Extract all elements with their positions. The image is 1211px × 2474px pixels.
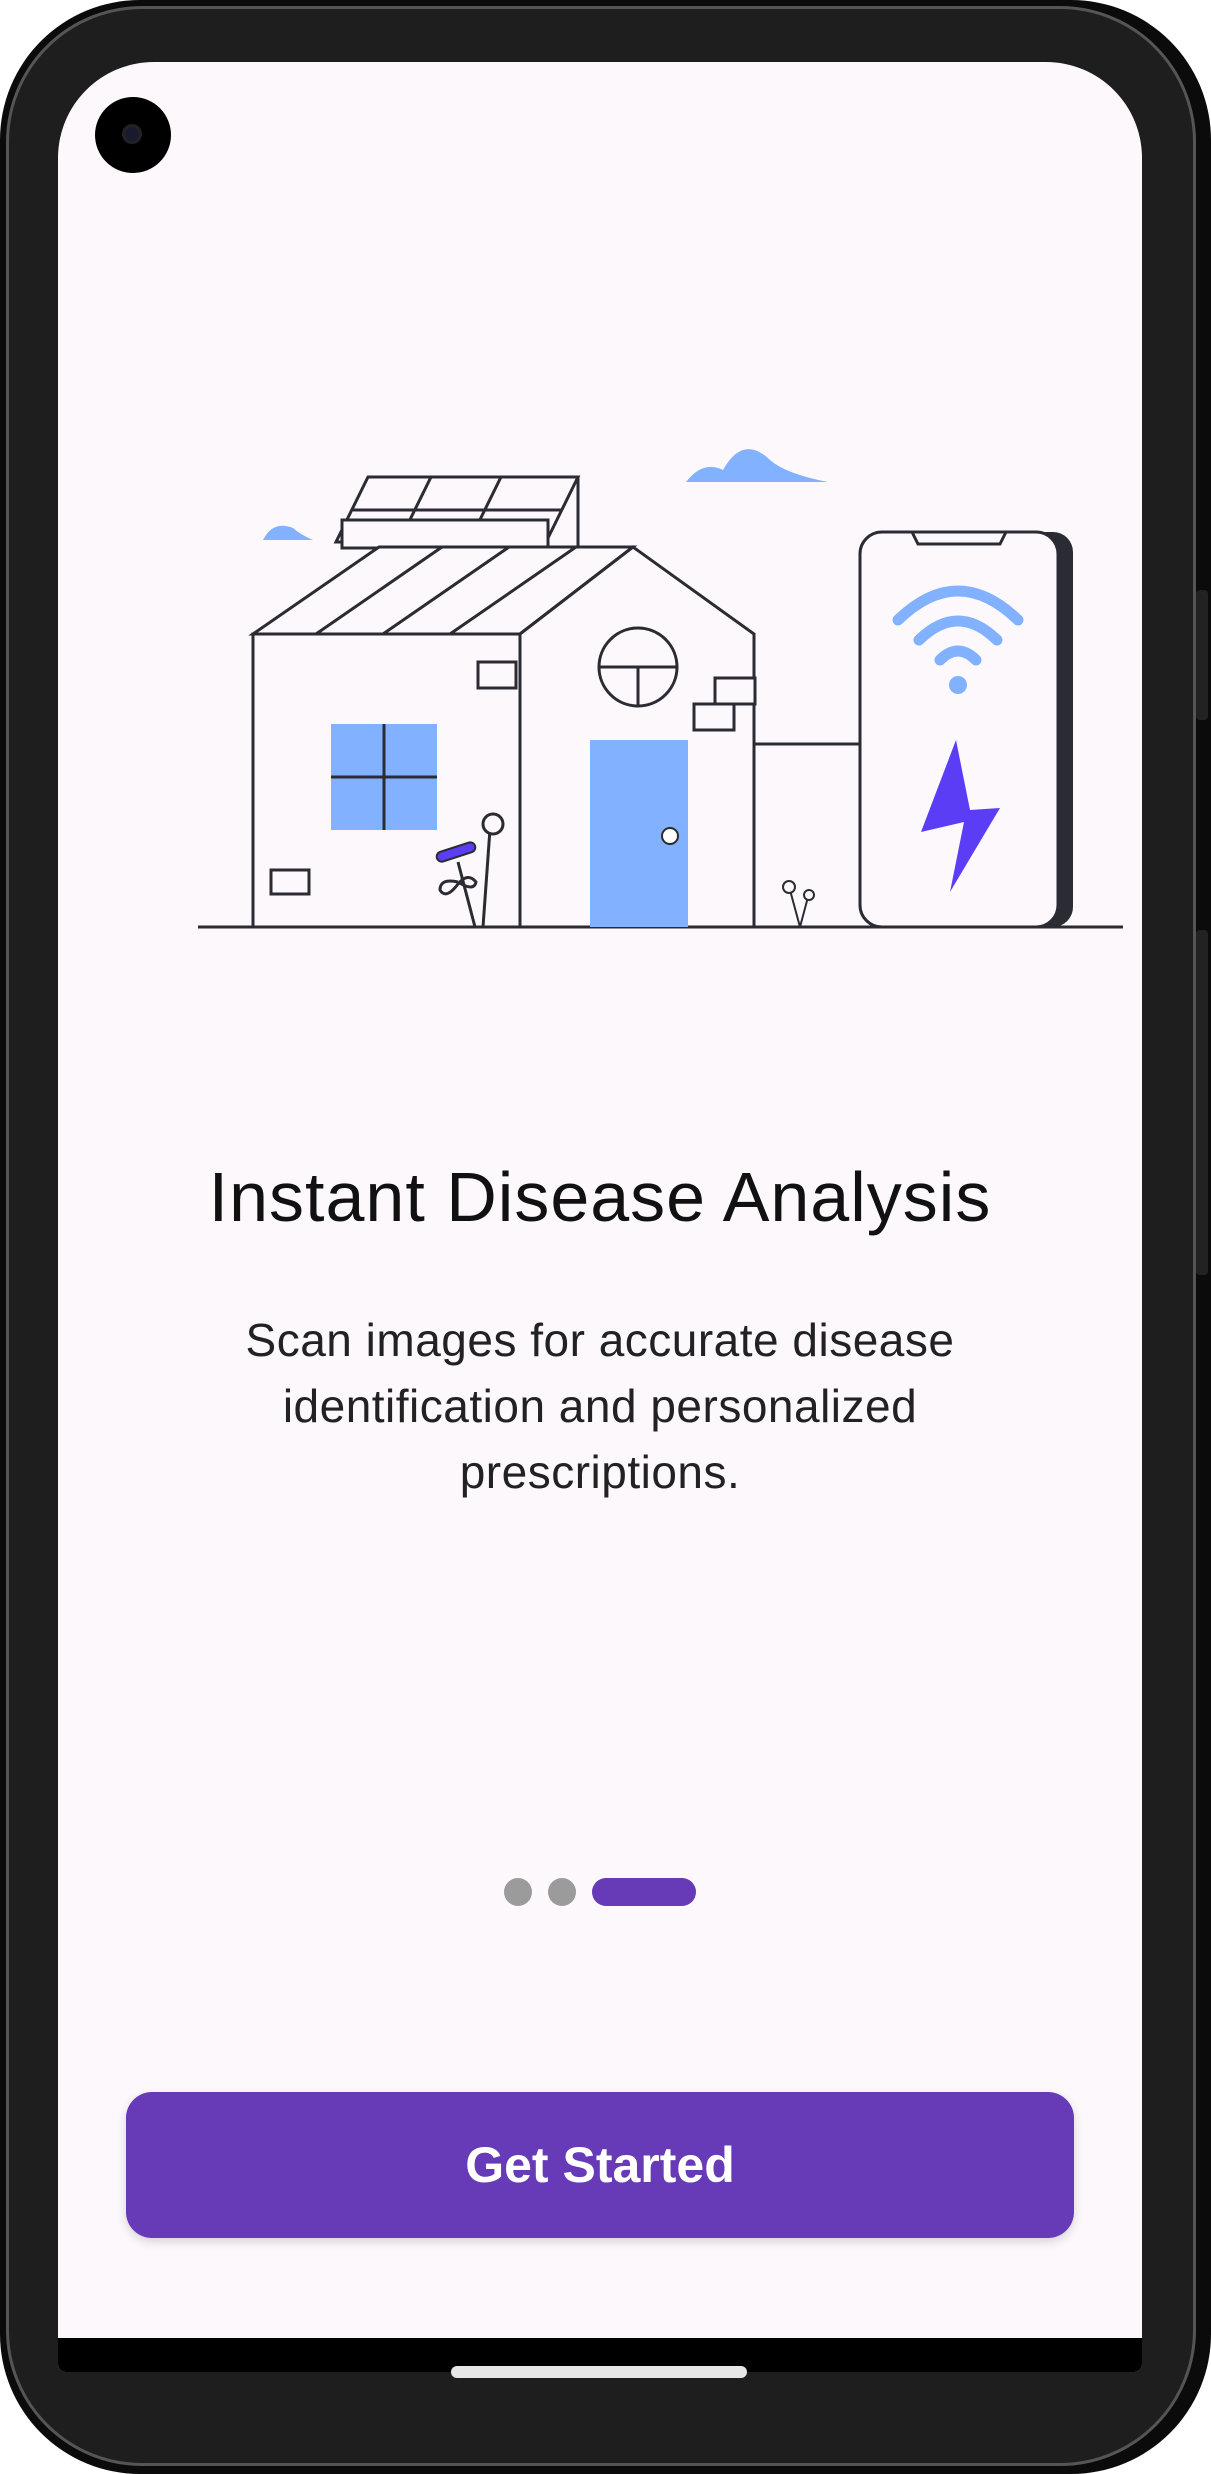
cloud-left: [263, 525, 313, 540]
onboarding-description: Scan images for accurate disease identif…: [245, 1314, 955, 1498]
onboarding-title: Instant Disease Analysis: [208, 1158, 992, 1236]
onboarding-illustration: [198, 449, 1123, 929]
solar-panel: [333, 475, 581, 550]
page-dot-2[interactable]: [548, 1878, 576, 1906]
home-indicator[interactable]: [451, 2366, 747, 2378]
plant-small: [782, 880, 815, 928]
cloud-right: [686, 449, 828, 482]
page-indicator: [58, 1878, 1142, 1906]
page-dot-1[interactable]: [504, 1878, 532, 1906]
page-dot-3-active[interactable]: [592, 1878, 696, 1906]
app-screen: Instant Disease Analysis Scan images for…: [58, 62, 1142, 2372]
front-camera-icon: [95, 97, 171, 173]
get-started-button[interactable]: Get Started: [126, 2092, 1074, 2238]
volume-button: [1196, 930, 1208, 1275]
power-button: [1196, 590, 1208, 720]
